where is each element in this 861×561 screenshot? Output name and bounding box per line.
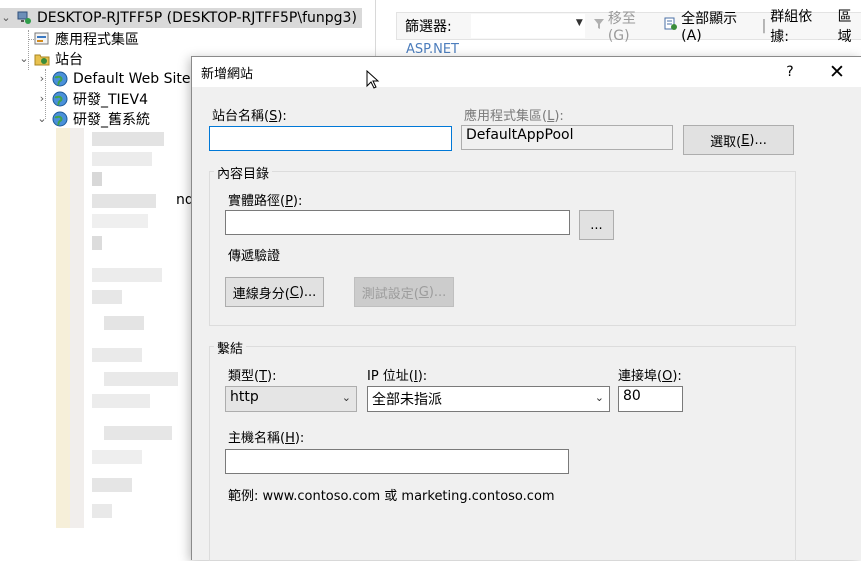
app-pool-label: 應用程式集區(L): bbox=[464, 105, 564, 124]
button-text: )... bbox=[428, 284, 447, 300]
test-settings-button[interactable]: 測試設定(G)... bbox=[354, 277, 454, 307]
go-button-label: 移至(G) bbox=[607, 11, 636, 44]
access-key: O bbox=[662, 369, 673, 384]
browse-button[interactable]: ... bbox=[579, 210, 614, 240]
site-name-label: 站台名稱(S): bbox=[212, 105, 287, 124]
section-header-aspnet: ASP.NET bbox=[406, 42, 459, 57]
mouse-pointer-icon bbox=[366, 69, 380, 90]
label-text: 站台名稱( bbox=[212, 109, 270, 124]
server-icon bbox=[16, 10, 32, 26]
show-all-button[interactable]: 全部顯示(A) bbox=[664, 8, 755, 44]
show-all-icon bbox=[664, 17, 678, 35]
tree-item-site-label: Default Web Site bbox=[73, 71, 191, 87]
tree-item-sites-label: 站台 bbox=[55, 52, 83, 68]
label-text: ): bbox=[277, 109, 287, 124]
host-name-example: 範例: www.contoso.com 或 marketing.contoso.… bbox=[228, 489, 555, 504]
access-key: P bbox=[285, 194, 293, 209]
tree-item-server[interactable]: ⌄ DESKTOP-RJTFF5P (DESKTOP-RJTFF5P\funpg… bbox=[0, 8, 362, 28]
connect-as-button[interactable]: 連線身分(C)... bbox=[225, 277, 324, 307]
port-label: 連接埠(O): bbox=[618, 365, 682, 384]
label-text: 連接埠( bbox=[618, 369, 663, 384]
dialog-title: 新增網站 bbox=[201, 67, 254, 82]
label-text: ): bbox=[672, 369, 682, 384]
chevron-down-icon[interactable]: ⌄ bbox=[0, 12, 12, 24]
tree-item-server-label: DESKTOP-RJTFF5P (DESKTOP-RJTFF5P\funpg3) bbox=[37, 10, 357, 26]
label-text: ): bbox=[417, 369, 428, 384]
dropdown-arrow-icon[interactable]: ▼ bbox=[576, 18, 583, 28]
tree-item-sites[interactable]: ⌄ 站台 bbox=[18, 49, 83, 69]
app-pool-field: DefaultAppPool bbox=[461, 125, 673, 150]
label-text: 應用程式集區( bbox=[464, 109, 548, 124]
tree-item-site[interactable]: › Default Web Site bbox=[36, 69, 191, 89]
tree-item-site-label: 研發_TIEV4 bbox=[73, 92, 149, 108]
binding-title: 繫結 bbox=[214, 338, 247, 357]
funnel-icon bbox=[593, 18, 605, 34]
host-name-label: 主機名稱(H): bbox=[228, 427, 304, 446]
physical-path-field[interactable] bbox=[225, 210, 570, 235]
ip-address-label: IP 位址(I): bbox=[367, 365, 427, 384]
label-text: ): bbox=[267, 369, 277, 384]
tree-item-site-label: 研發_舊系統 bbox=[73, 112, 150, 128]
type-label: 類型(T): bbox=[228, 365, 276, 384]
tree-item-site[interactable]: ⌄ 研發_舊系統 bbox=[36, 109, 150, 129]
add-website-dialog: 新增網站 ? ✕ 站台名稱(S): 應用程式集區(L): DefaultAppP… bbox=[191, 56, 861, 561]
close-button[interactable]: ✕ bbox=[822, 59, 852, 85]
toolbar-separator: | bbox=[761, 18, 767, 34]
label-text: 主機名稱( bbox=[228, 431, 286, 446]
label-text: ): bbox=[292, 194, 303, 209]
label-text: IP 位址( bbox=[367, 369, 414, 384]
help-button[interactable]: ? bbox=[778, 61, 802, 83]
type-select[interactable]: http ⌄ bbox=[225, 386, 357, 412]
button-text: )... bbox=[749, 132, 767, 148]
show-all-label: 全部顯示(A) bbox=[681, 11, 738, 44]
filter-input[interactable]: ▼ bbox=[471, 14, 585, 38]
access-key: T bbox=[259, 369, 268, 384]
tree-item-site[interactable]: › 研發_TIEV4 bbox=[36, 89, 148, 109]
button-text: 測試設定( bbox=[361, 286, 419, 302]
physical-path-label: 實體路徑(P): bbox=[228, 190, 302, 209]
chevron-right-icon[interactable]: › bbox=[36, 73, 48, 85]
chevron-down-icon: ⌄ bbox=[594, 391, 604, 404]
button-text: 選取( bbox=[710, 134, 742, 150]
chevron-down-icon[interactable]: ⌄ bbox=[18, 53, 30, 65]
tree-item-app-pools[interactable]: 應用程式集區 bbox=[34, 29, 139, 49]
button-text: )... bbox=[298, 284, 317, 300]
chevron-down-icon[interactable]: ⌄ bbox=[36, 113, 48, 125]
chevron-right-icon[interactable]: › bbox=[36, 93, 48, 105]
select-app-pool-button[interactable]: 選取(E)... bbox=[683, 125, 794, 155]
globe-icon bbox=[52, 111, 68, 127]
sites-folder-icon bbox=[34, 51, 50, 67]
filter-toolbar: 篩選器: ▼ 移至(G) 全部顯示(A) | 群組依據: 區域 bbox=[396, 9, 861, 45]
ip-address-select[interactable]: 全部未指派 ⌄ bbox=[367, 386, 610, 412]
label-text: ): bbox=[554, 109, 564, 124]
content-directory-title: 內容目錄 bbox=[214, 163, 273, 182]
go-button[interactable]: 移至(G) bbox=[593, 8, 656, 44]
globe-icon bbox=[52, 71, 68, 87]
group-by-value[interactable]: 區域 bbox=[838, 6, 861, 46]
obscured-tree-items bbox=[52, 128, 192, 528]
host-name-field[interactable] bbox=[225, 449, 569, 474]
filter-label: 篩選器: bbox=[405, 19, 452, 35]
type-select-value: http bbox=[230, 389, 259, 405]
chevron-down-icon: ⌄ bbox=[341, 391, 351, 404]
ip-address-value: 全部未指派 bbox=[372, 392, 442, 408]
app-pools-icon bbox=[34, 31, 50, 47]
access-key: G bbox=[418, 284, 429, 300]
label-text: 實體路徑( bbox=[228, 194, 286, 209]
access-key: H bbox=[285, 431, 295, 446]
access-key: C bbox=[289, 284, 299, 300]
button-text: 連線身分( bbox=[232, 286, 290, 302]
site-name-field[interactable] bbox=[209, 126, 452, 151]
group-by-label: 群組依據: bbox=[770, 9, 813, 45]
globe-icon bbox=[52, 91, 68, 107]
label-text: ): bbox=[294, 431, 305, 446]
label-text: 類型( bbox=[228, 369, 260, 384]
access-key: E bbox=[741, 132, 750, 148]
dialog-titlebar[interactable]: 新增網站 ? ✕ bbox=[192, 57, 861, 87]
tree-item-app-pools-label: 應用程式集區 bbox=[55, 32, 139, 48]
pass-through-label: 傳遞驗證 bbox=[228, 249, 281, 264]
port-field[interactable]: 80 bbox=[618, 386, 683, 412]
